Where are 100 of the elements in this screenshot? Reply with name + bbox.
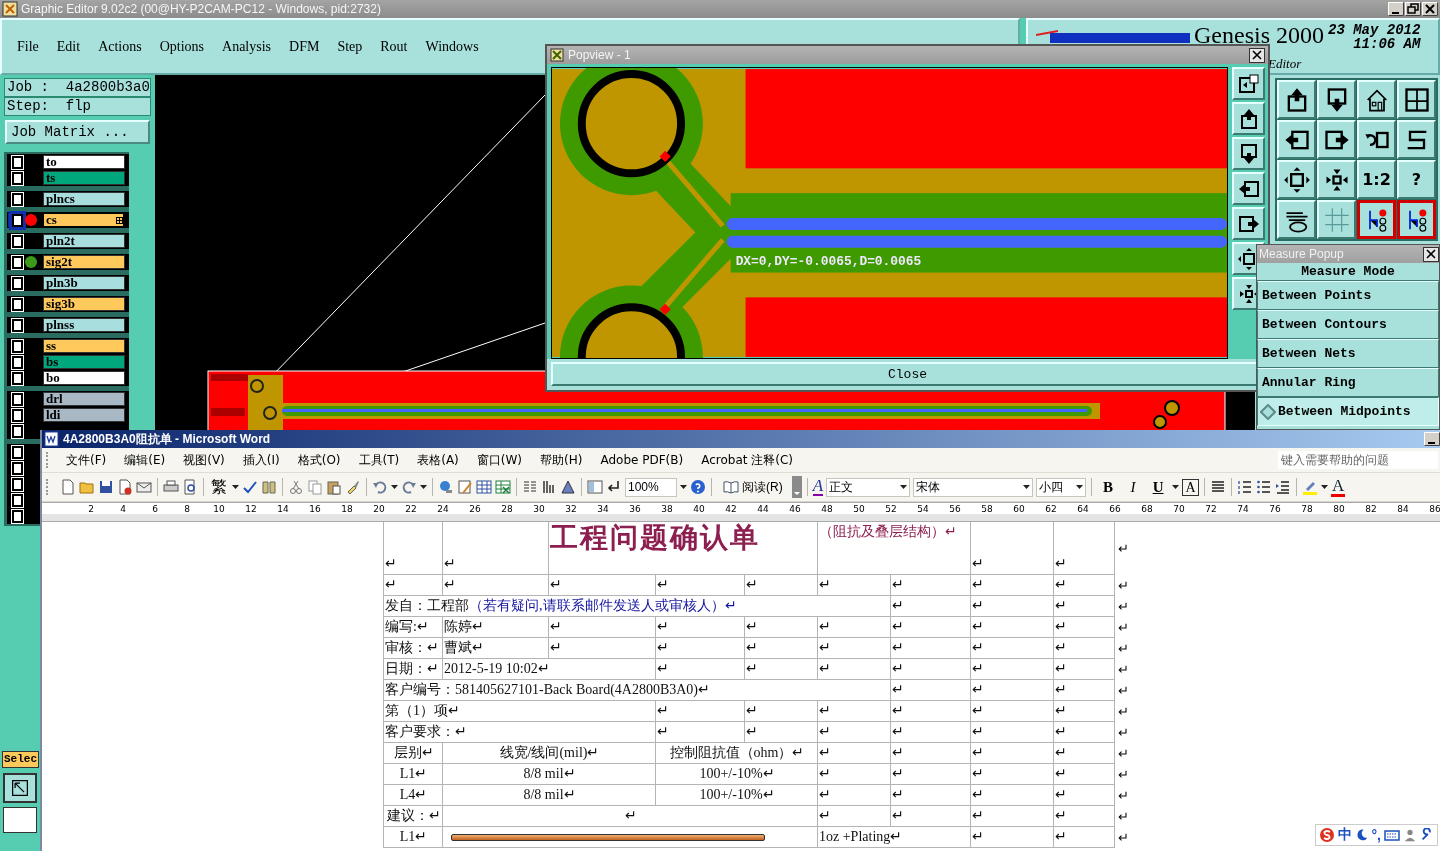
caret-icon[interactable] (232, 485, 239, 489)
font-color-button[interactable]: A (1331, 477, 1346, 497)
layer-name[interactable]: ts (43, 171, 125, 185)
checkbox[interactable] (12, 477, 23, 491)
highlighter-icon[interactable] (1302, 479, 1319, 495)
checkbox[interactable] (12, 318, 23, 332)
checkbox[interactable] (12, 509, 23, 523)
tool-button[interactable] (1397, 200, 1436, 239)
wrench-icon[interactable] (1420, 828, 1434, 842)
caret-icon[interactable] (391, 485, 398, 489)
menu-item[interactable]: 窗口(W) (467, 451, 532, 469)
menu-item[interactable]: 插入(I) (233, 451, 289, 469)
menu-item[interactable]: 格式(O) (288, 451, 350, 469)
layer-name[interactable]: to (43, 155, 125, 169)
menu-item[interactable]: 帮助(H) (531, 451, 592, 469)
checkbox[interactable] (12, 155, 23, 169)
spell-check-icon[interactable] (242, 479, 258, 495)
help-icon[interactable] (690, 479, 706, 495)
menu-item[interactable]: File (8, 38, 48, 55)
menu-item[interactable]: Rout (371, 38, 417, 55)
convert-button[interactable]: 繁 (209, 476, 229, 498)
menu-item[interactable]: Analysis (213, 38, 281, 55)
mode-option[interactable]: Between Contours (1257, 310, 1439, 339)
tool-button[interactable] (3, 773, 37, 803)
caret-icon[interactable] (420, 485, 427, 489)
tool-button[interactable] (1357, 200, 1396, 239)
clipboard-icon[interactable] (326, 479, 342, 495)
checkbox[interactable] (12, 445, 23, 459)
menu-item[interactable]: 视图(V) (174, 451, 234, 469)
read-button[interactable]: 阅读(R) (717, 477, 789, 497)
printer-icon[interactable] (163, 479, 179, 495)
caret-icon[interactable] (1321, 485, 1329, 489)
menu-item[interactable]: Adobe PDF(B) (591, 453, 693, 467)
job-matrix-button[interactable]: Job Matrix ... (5, 120, 150, 144)
format-button[interactable]: U (1147, 476, 1170, 498)
checkbox[interactable] (12, 392, 23, 406)
checkbox[interactable] (12, 297, 23, 311)
layer-name[interactable]: ss (43, 339, 125, 353)
checkbox[interactable] (12, 234, 23, 248)
bulleted-list-icon[interactable] (1256, 479, 1273, 495)
zoom-dropdown[interactable]: 100% (625, 477, 677, 497)
layer-name[interactable]: bo (43, 371, 125, 385)
mode-option[interactable]: Between Midpoints (1257, 397, 1439, 426)
close-button[interactable] (1422, 2, 1438, 16)
format-button[interactable]: B (1097, 476, 1120, 498)
style-dropdown[interactable]: 正文 (826, 477, 911, 497)
restore-button[interactable] (1405, 2, 1421, 16)
checkbox[interactable] (12, 355, 23, 369)
columns-icon[interactable] (522, 479, 538, 495)
mode-option[interactable]: Annular Ring (1257, 368, 1439, 397)
menu-item[interactable]: 工具(T) (349, 451, 409, 469)
indent-icon[interactable] (1275, 479, 1292, 495)
checkbox[interactable] (12, 171, 23, 185)
layer-name[interactable]: pln3b (43, 276, 125, 290)
menu-item[interactable]: 编辑(E) (115, 451, 175, 469)
scissors-icon[interactable] (288, 479, 304, 495)
layer-name[interactable]: pln2t (43, 234, 125, 248)
menu-item[interactable]: Windows (416, 38, 488, 55)
font-size-dropdown[interactable]: 小四 (1036, 477, 1087, 497)
menu-item[interactable]: Edit (47, 38, 90, 55)
menu-item[interactable]: 文件(F) (57, 451, 116, 469)
menu-item[interactable]: 表格(A) (408, 451, 468, 469)
punctuation-label[interactable]: °, (1371, 827, 1381, 843)
checkbox[interactable] (12, 408, 23, 422)
align-icon[interactable] (1210, 479, 1227, 495)
layer-name[interactable]: cs (43, 213, 125, 227)
minimize-button[interactable] (1424, 432, 1440, 446)
checkbox[interactable] (12, 339, 23, 353)
checkbox[interactable] (12, 461, 23, 475)
globe-link-icon[interactable] (438, 479, 454, 495)
layer-name[interactable]: drl (43, 392, 125, 406)
document-badge-icon[interactable] (117, 479, 133, 495)
help-search-field[interactable]: 键入需要帮助的问题 (1278, 451, 1438, 469)
checkbox[interactable] (12, 213, 23, 227)
checkbox[interactable] (12, 424, 23, 438)
layer-name[interactable]: plnss (43, 318, 125, 332)
s-logo-icon[interactable] (1318, 827, 1335, 843)
paintbrush-icon[interactable] (345, 479, 361, 495)
new-document-icon[interactable] (60, 479, 76, 495)
book-icon[interactable] (261, 479, 277, 495)
font-dropdown[interactable]: 宋体 (913, 477, 1034, 497)
tool-button[interactable]: 1:2 (1357, 160, 1396, 199)
layer-name[interactable]: plncs (43, 192, 125, 206)
checkbox[interactable] (12, 493, 23, 507)
envelope-icon[interactable] (136, 479, 152, 495)
format-button[interactable]: I (1122, 476, 1145, 498)
layer-name[interactable]: sig2t (43, 255, 125, 269)
table-pencil-icon[interactable] (457, 479, 473, 495)
checkbox[interactable] (12, 276, 23, 290)
checkbox[interactable] (12, 192, 23, 206)
minimize-button[interactable] (1388, 2, 1404, 16)
magnifier-page-icon[interactable] (182, 479, 198, 495)
spreadsheet-icon[interactable] (495, 479, 511, 495)
toolbar-handle-icon[interactable] (791, 476, 802, 498)
menu-item[interactable]: Step (328, 38, 372, 55)
close-button[interactable] (1423, 246, 1439, 262)
layer-name[interactable]: sig3b (43, 297, 125, 311)
keyboard-icon[interactable] (1384, 827, 1400, 843)
menu-item[interactable]: Actions (89, 38, 151, 55)
caret-icon[interactable] (680, 485, 687, 489)
